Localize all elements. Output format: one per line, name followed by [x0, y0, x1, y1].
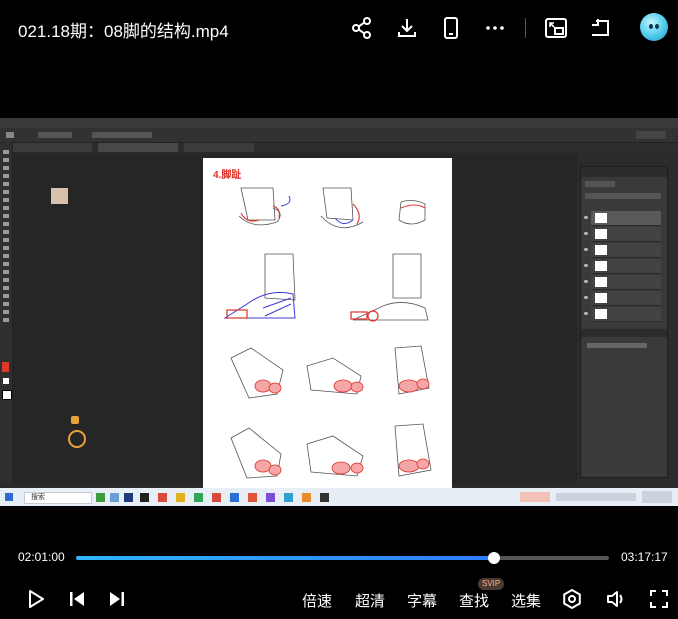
- progress-fill: [76, 556, 495, 560]
- top-divider: [525, 18, 526, 38]
- taskbar-search: 搜索: [24, 492, 92, 504]
- foot-sketches: [223, 187, 432, 479]
- color-swatch: [51, 188, 68, 204]
- layer-row[interactable]: [584, 211, 661, 226]
- play-icon[interactable]: [24, 588, 46, 610]
- phone-icon[interactable]: [437, 14, 465, 42]
- duration: 03:17:17: [621, 550, 668, 564]
- video-title: 021.18期：08脚的结构.mp4: [18, 22, 229, 41]
- document-tabs: [12, 143, 678, 152]
- layer-row[interactable]: [584, 307, 661, 322]
- layer-row[interactable]: [584, 227, 661, 242]
- layer-row[interactable]: [584, 259, 661, 274]
- speed-button[interactable]: 倍速: [302, 590, 332, 611]
- next-icon[interactable]: [106, 588, 128, 610]
- app-menu-bar: [0, 118, 678, 128]
- fullscreen-icon[interactable]: [648, 588, 670, 610]
- volume-icon[interactable]: [605, 588, 627, 610]
- layers-panel[interactable]: [580, 166, 668, 478]
- current-time: 02:01:00: [18, 550, 65, 564]
- mini-window-icon[interactable]: [587, 14, 615, 42]
- tools-panel[interactable]: [0, 142, 13, 482]
- layer-row[interactable]: [584, 291, 661, 306]
- picture-in-picture-icon[interactable]: [542, 14, 570, 42]
- layer-row[interactable]: [584, 243, 661, 258]
- app-options-bar: [0, 128, 678, 143]
- episodes-button[interactable]: 选集: [511, 590, 541, 611]
- user-avatar[interactable]: [640, 13, 668, 41]
- progress-bar[interactable]: [76, 552, 609, 564]
- progress-knob[interactable]: [488, 552, 501, 564]
- layer-row[interactable]: [584, 275, 661, 290]
- taskbar-search-text: 搜索: [31, 494, 45, 501]
- download-icon[interactable]: [393, 14, 421, 42]
- find-button[interactable]: 查找: [459, 590, 489, 611]
- quality-button[interactable]: 超清: [355, 590, 385, 611]
- more-icon[interactable]: [481, 14, 509, 42]
- settings-icon[interactable]: [561, 588, 583, 610]
- previous-icon[interactable]: [66, 588, 88, 610]
- top-bar: 021.18期：08脚的结构.mp4: [0, 0, 678, 56]
- drawing-canvas[interactable]: 4.脚趾: [203, 158, 452, 488]
- svip-badge: SVIP: [478, 578, 505, 590]
- windows-icon: [5, 493, 13, 501]
- widget-icon: [71, 416, 79, 424]
- subtitle-button[interactable]: 字幕: [407, 590, 437, 611]
- os-taskbar: 搜索: [0, 488, 678, 506]
- performance-widget: [68, 430, 86, 448]
- share-icon[interactable]: [348, 14, 376, 42]
- video-frame[interactable]: 4.脚趾 搜索: [0, 118, 678, 506]
